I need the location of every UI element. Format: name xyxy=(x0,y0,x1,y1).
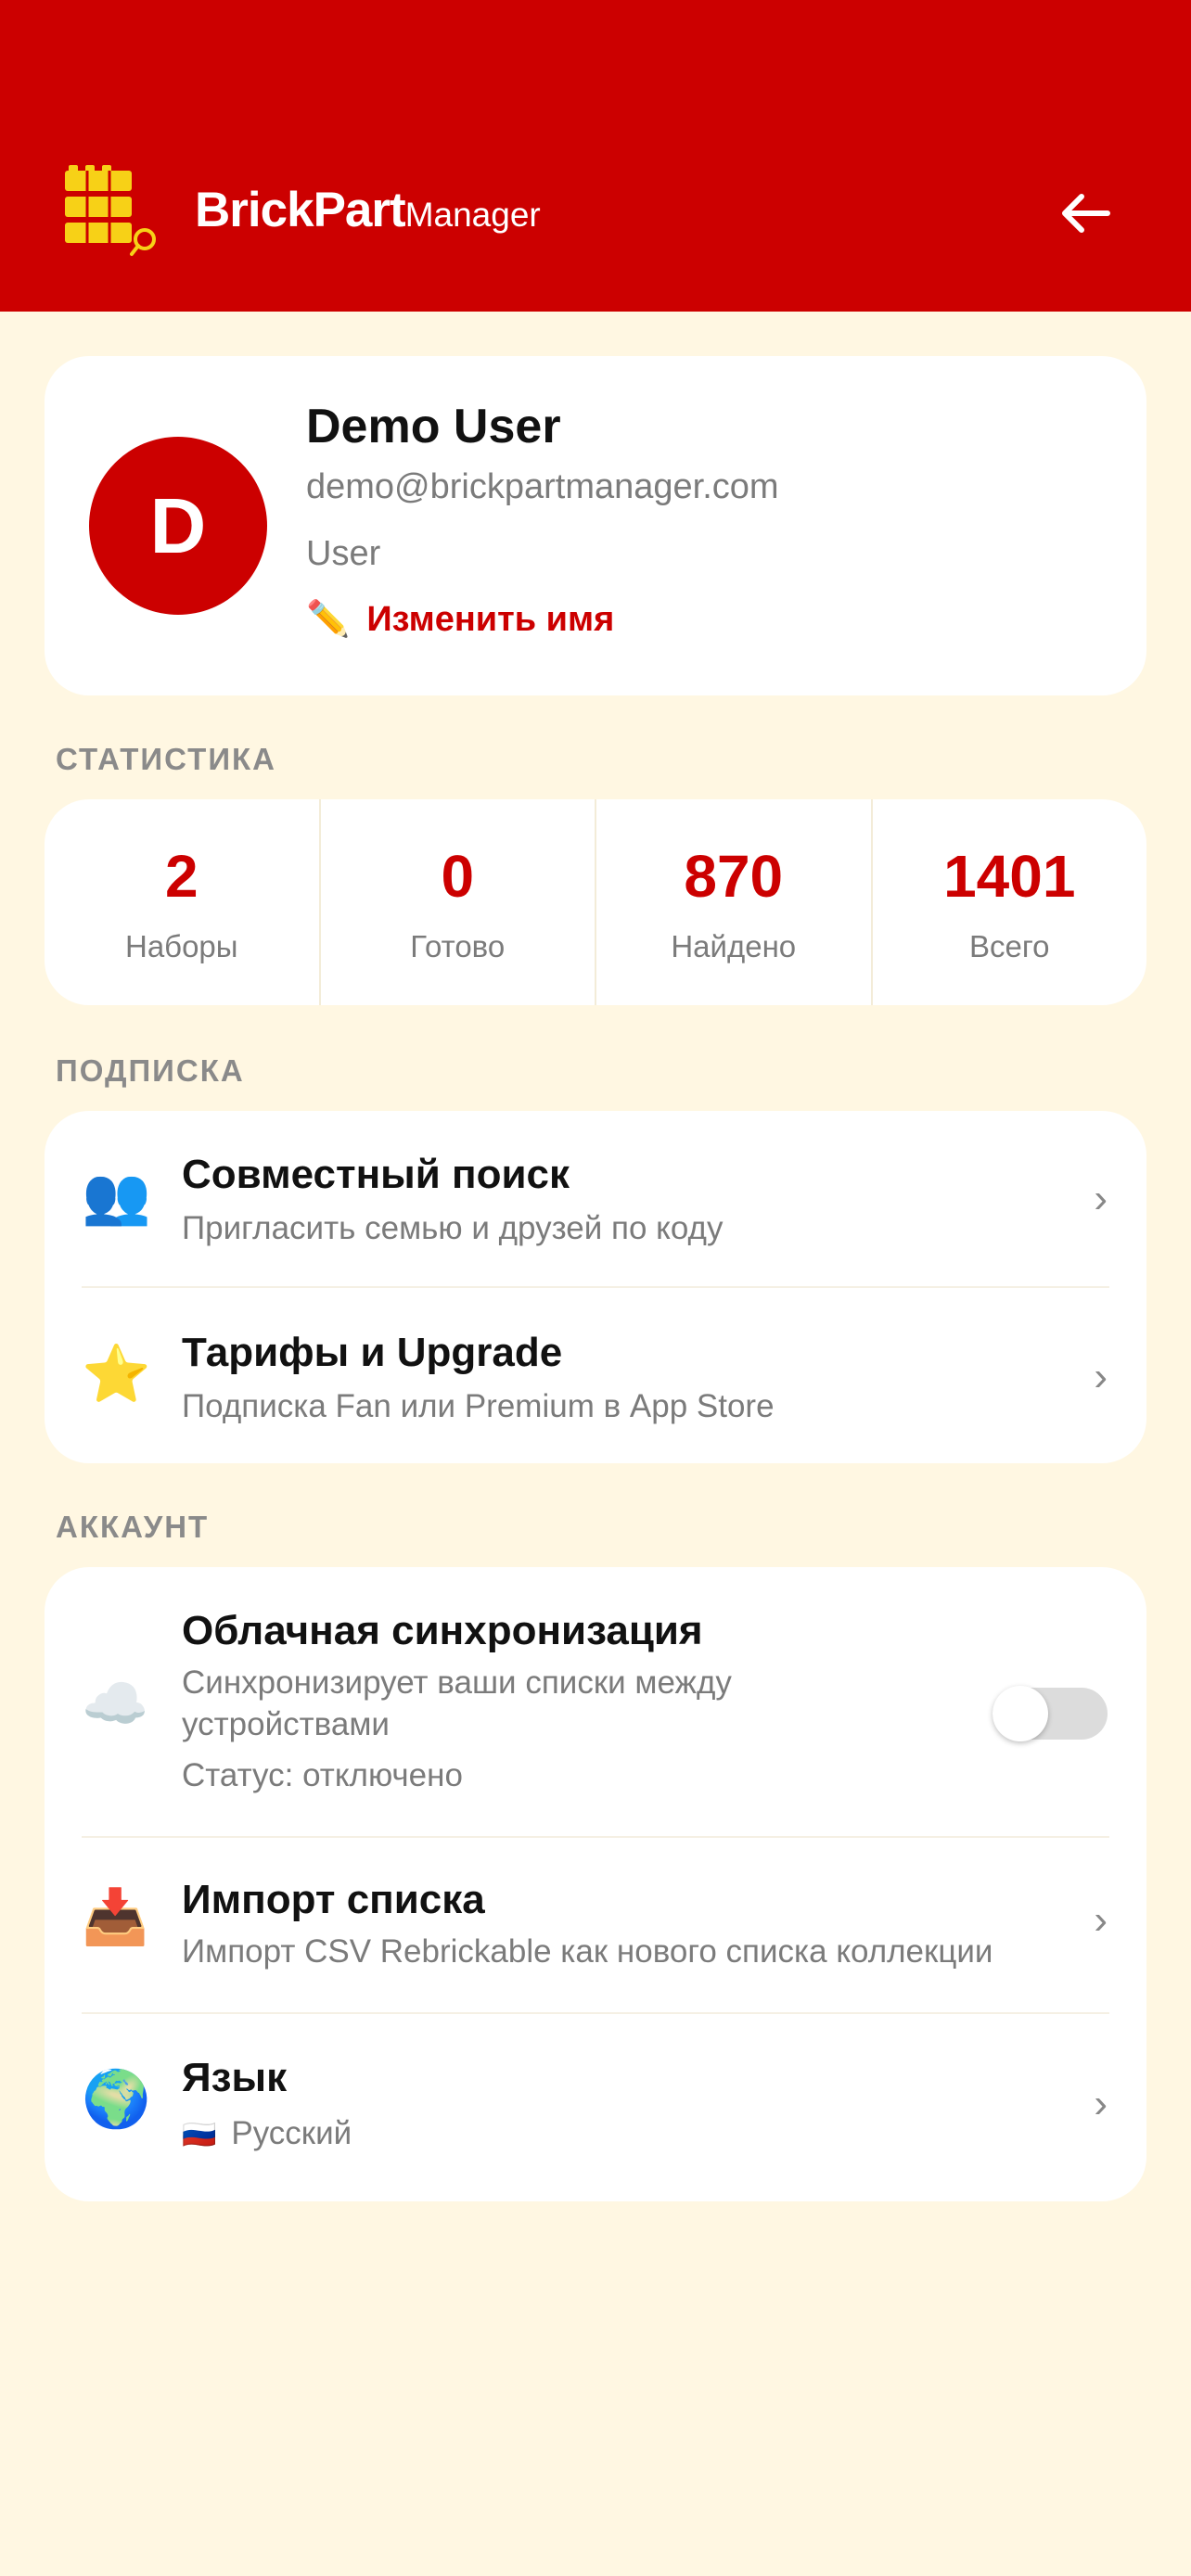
cloud-icon: ☁️ xyxy=(82,1674,149,1734)
subscription-card: 👥 Совместный поиск Пригласить семью и др… xyxy=(45,1111,1146,1463)
back-arrow-icon[interactable] xyxy=(1056,187,1117,239)
chevron-right-icon: › xyxy=(1094,2081,1108,2126)
list-item-subtitle: Пригласить семью и друзей по коду xyxy=(182,1210,724,1246)
chevron-right-icon: › xyxy=(1094,1897,1108,1943)
list-item-title: Тарифы и Upgrade xyxy=(182,1330,563,1375)
section-title-stats: СТАТИСТИКА xyxy=(56,742,277,776)
avatar: D xyxy=(89,437,267,615)
list-item-title: Язык xyxy=(182,2055,288,2100)
profile-card: D Demo User demo@brickpartmanager.com Us… xyxy=(45,356,1146,695)
brand-bold: BrickPart xyxy=(195,183,406,237)
sync-status: Статус: отключено xyxy=(182,1757,463,1793)
stat-label: Наборы xyxy=(124,929,238,963)
list-item-import-list[interactable]: 📥 Импорт списка Импорт CSV Rebrickable к… xyxy=(45,1838,1146,2014)
globe-icon: 🌍 xyxy=(82,2068,151,2130)
stat-value: 870 xyxy=(684,843,784,910)
russia-flag-icon: 🇷🇺 xyxy=(182,2120,217,2150)
list-item-plans-upgrade[interactable]: ⭐ Тарифы и Upgrade Подписка Fan или Prem… xyxy=(45,1287,1146,1463)
stat-label: Найдено xyxy=(671,929,797,963)
edit-name-label: Изменить имя xyxy=(366,600,615,639)
brand-light: Manager xyxy=(404,196,541,234)
app-brand: BrickPartManager xyxy=(195,182,541,247)
profile-role: User xyxy=(306,534,381,573)
toggle-knob xyxy=(992,1686,1048,1741)
star-icon: ⭐ xyxy=(82,1343,151,1405)
section-title-account: АККАУНТ xyxy=(56,1510,210,1544)
list-item-shared-search[interactable]: 👥 Совместный поиск Пригласить семью и др… xyxy=(45,1111,1146,1287)
people-icon: 👥 xyxy=(82,1165,151,1227)
list-item-subtitle: Синхронизирует ваши списки между устройс… xyxy=(182,1664,732,1742)
list-item-cloud-sync: ☁️ Облачная синхронизация Синхронизирует… xyxy=(45,1567,1146,1838)
stat-done: 0 Готово xyxy=(318,799,596,1005)
stat-label: Всего xyxy=(968,929,1050,963)
list-item-language[interactable]: 🌍 Язык 🇷🇺 Русский › xyxy=(45,2014,1146,2201)
list-item-title: Облачная синхронизация xyxy=(182,1608,703,1653)
chevron-right-icon: › xyxy=(1094,1176,1108,1221)
stat-value: 2 xyxy=(164,843,198,910)
language-value: 🇷🇺 Русский xyxy=(182,2112,352,2156)
inbox-tray-icon: 📥 xyxy=(82,1887,149,1947)
list-item-subtitle: Подписка Fan или Premium в App Store xyxy=(182,1388,775,1424)
edit-name-button[interactable]: ✏️ Изменить имя xyxy=(306,599,614,640)
stat-found: 870 Найдено xyxy=(595,799,871,1005)
stat-label: Готово xyxy=(410,929,506,963)
stat-sets: 2 Наборы xyxy=(45,799,319,1005)
cloud-sync-toggle[interactable] xyxy=(992,1686,1108,1741)
chevron-right-icon: › xyxy=(1094,1354,1108,1399)
language-label: Русский xyxy=(231,2115,352,2151)
pencil-icon: ✏️ xyxy=(306,600,351,639)
section-title-subscription: ПОДПИСКА xyxy=(56,1053,245,1088)
profile-email: demo@brickpartmanager.com xyxy=(306,467,779,506)
profile-name: Demo User xyxy=(306,400,561,453)
list-item-title: Импорт списка xyxy=(182,1877,485,1922)
stat-value: 1401 xyxy=(943,843,1076,910)
stat-total: 1401 Всего xyxy=(870,799,1147,1005)
stat-value: 0 xyxy=(441,843,475,910)
brick-logo-icon xyxy=(65,165,156,256)
stats-card: 2 Наборы 0 Готово 870 Найдено 1401 Всего xyxy=(45,799,1146,1005)
list-item-subtitle: Импорт CSV Rebrickable как нового списка… xyxy=(182,1933,993,1970)
app-header: BrickPartManager xyxy=(0,0,1191,312)
account-card: ☁️ Облачная синхронизация Синхронизирует… xyxy=(45,1567,1146,2201)
list-item-title: Совместный поиск xyxy=(182,1152,570,1197)
